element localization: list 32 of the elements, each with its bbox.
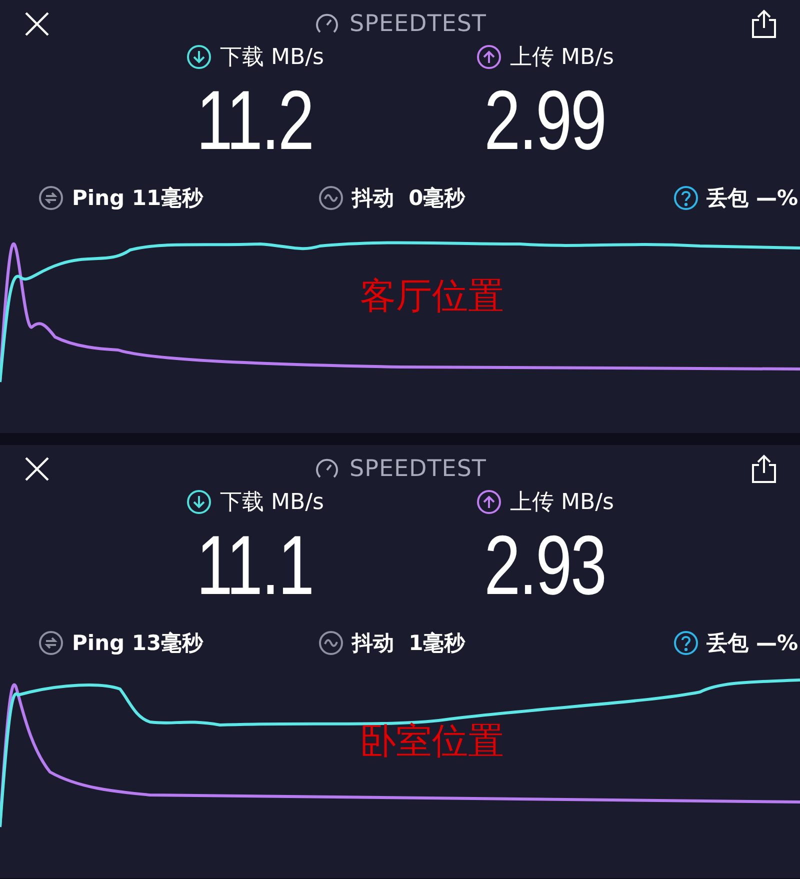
download-speed: 11.1 xyxy=(196,523,314,607)
upload-icon xyxy=(476,489,502,515)
upload-speed: 2.99 xyxy=(484,78,606,162)
stat-text: 抖动 0毫秒 xyxy=(352,185,466,212)
location-caption: 客厅位置 xyxy=(360,275,504,319)
upload-label: 上传 MB/s xyxy=(510,44,614,72)
question-icon xyxy=(672,630,699,656)
stat-text: 抖动 1毫秒 xyxy=(352,630,466,657)
stat-text: Ping 11毫秒 xyxy=(72,185,204,212)
app-title: SPEEDTEST xyxy=(350,456,486,482)
share-icon[interactable] xyxy=(750,9,778,39)
stat-text: Ping 13毫秒 xyxy=(72,630,204,657)
ping-icon xyxy=(38,630,64,656)
download-icon xyxy=(186,489,212,515)
download-label: 下载 MB/s xyxy=(220,489,324,517)
upload-icon xyxy=(476,44,502,70)
share-icon[interactable] xyxy=(750,454,778,484)
download-speed: 11.2 xyxy=(196,78,314,162)
location-caption: 卧室位置 xyxy=(360,720,504,764)
wave-icon xyxy=(318,630,344,656)
download-icon xyxy=(186,44,212,70)
ping-icon xyxy=(38,185,64,211)
upload-label: 上传 MB/s xyxy=(510,489,614,517)
stat-text: 丢包 —% xyxy=(706,630,798,657)
close-icon[interactable] xyxy=(24,456,50,482)
download-label: 下载 MB/s xyxy=(220,44,324,72)
app-title: SPEEDTEST xyxy=(350,11,486,37)
stat-text: 丢包 —% xyxy=(706,185,798,212)
question-icon xyxy=(672,185,699,211)
close-icon[interactable] xyxy=(24,11,50,37)
upload-speed: 2.93 xyxy=(484,523,606,607)
wave-icon xyxy=(318,185,344,211)
